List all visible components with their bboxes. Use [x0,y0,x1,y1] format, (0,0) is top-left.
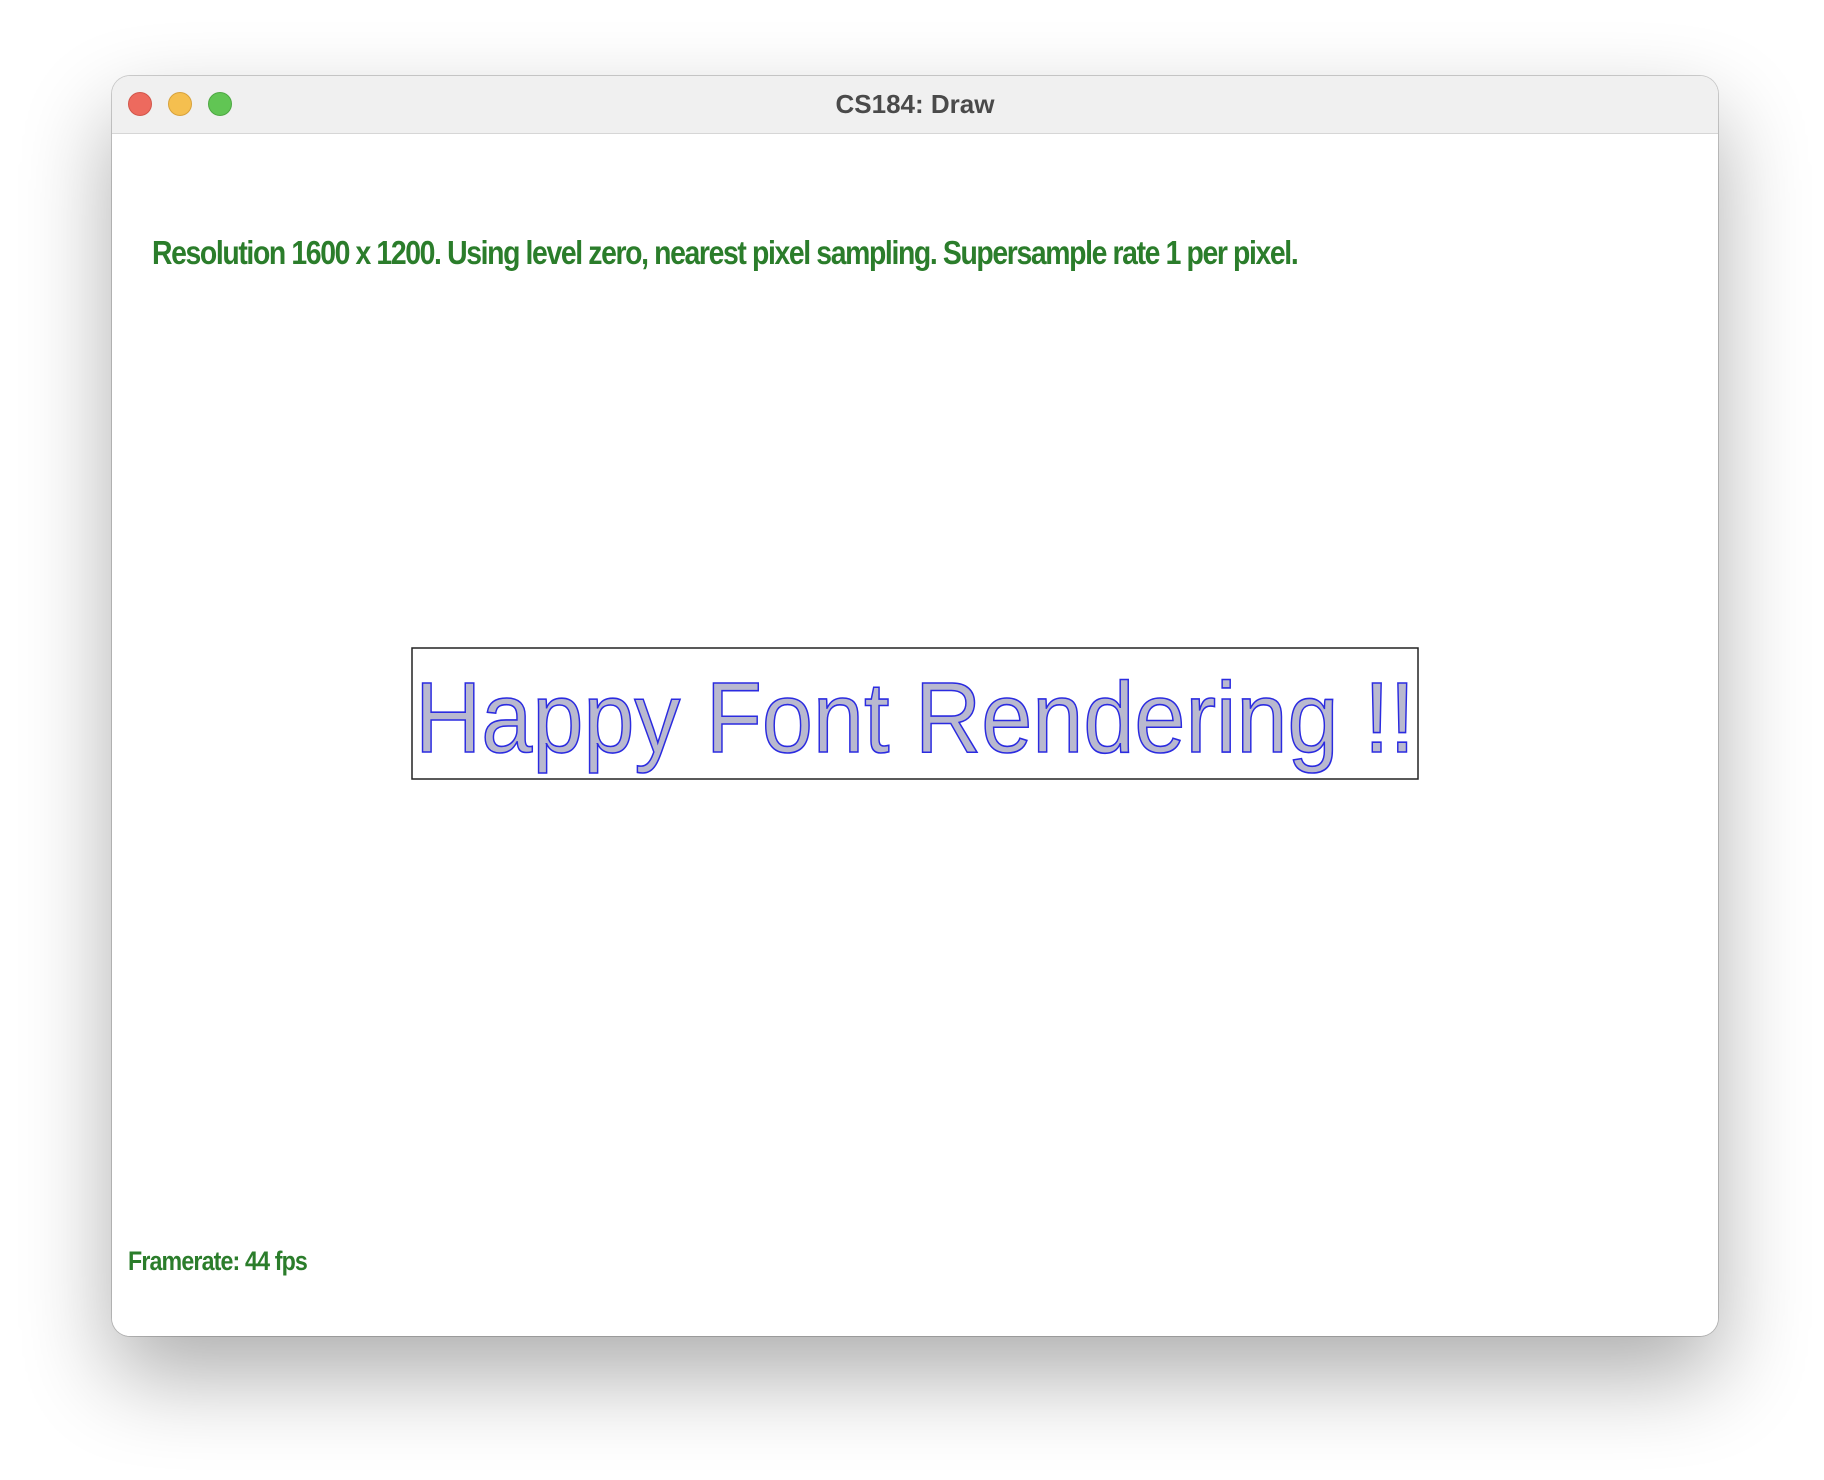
window-title: CS184: Draw [835,89,995,119]
framerate-readout: Framerate: 44 fps [128,1246,308,1276]
title-bar[interactable]: CS184: Draw [112,76,1718,134]
app-window: CS184: Draw Happy Font Rendering !! Reso… [112,76,1718,1336]
rendered-text: Happy Font Rendering !! [415,662,1415,774]
rendered-svg: Happy Font Rendering !! [411,647,1419,780]
draw-canvas[interactable]: Happy Font Rendering !! Resolution 1600 … [112,134,1718,1336]
resolution-info: Resolution 1600 x 1200. Using level zero… [152,234,1299,271]
